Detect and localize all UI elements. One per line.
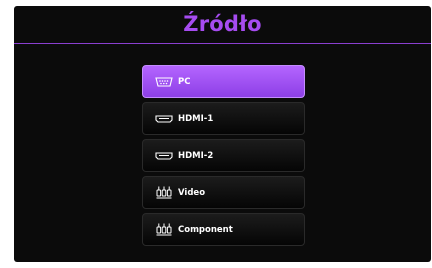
source-item-video[interactable]: Video — [142, 176, 305, 209]
menu-title: Źródło — [183, 12, 262, 36]
source-list: PC HDMI-1 HDMI-2 Video Component — [142, 65, 305, 250]
hdmi-port-icon — [155, 113, 173, 125]
rca-connector-icon — [155, 186, 173, 199]
vga-port-icon — [155, 76, 173, 88]
source-item-label: Component — [178, 224, 233, 235]
source-item-label: Video — [178, 187, 206, 198]
source-item-hdmi-1[interactable]: HDMI-1 — [142, 102, 305, 135]
title-divider — [14, 43, 431, 44]
source-item-label: HDMI-2 — [178, 150, 214, 161]
source-item-pc[interactable]: PC — [142, 65, 305, 98]
source-item-label: PC — [178, 76, 191, 87]
source-menu-panel: Źródło PC HDMI-1 HDMI-2 Video Component — [14, 6, 431, 262]
source-item-hdmi-2[interactable]: HDMI-2 — [142, 139, 305, 172]
source-item-component[interactable]: Component — [142, 213, 305, 246]
rca-connector-icon — [155, 223, 173, 236]
hdmi-port-icon — [155, 150, 173, 162]
source-item-label: HDMI-1 — [178, 113, 214, 124]
